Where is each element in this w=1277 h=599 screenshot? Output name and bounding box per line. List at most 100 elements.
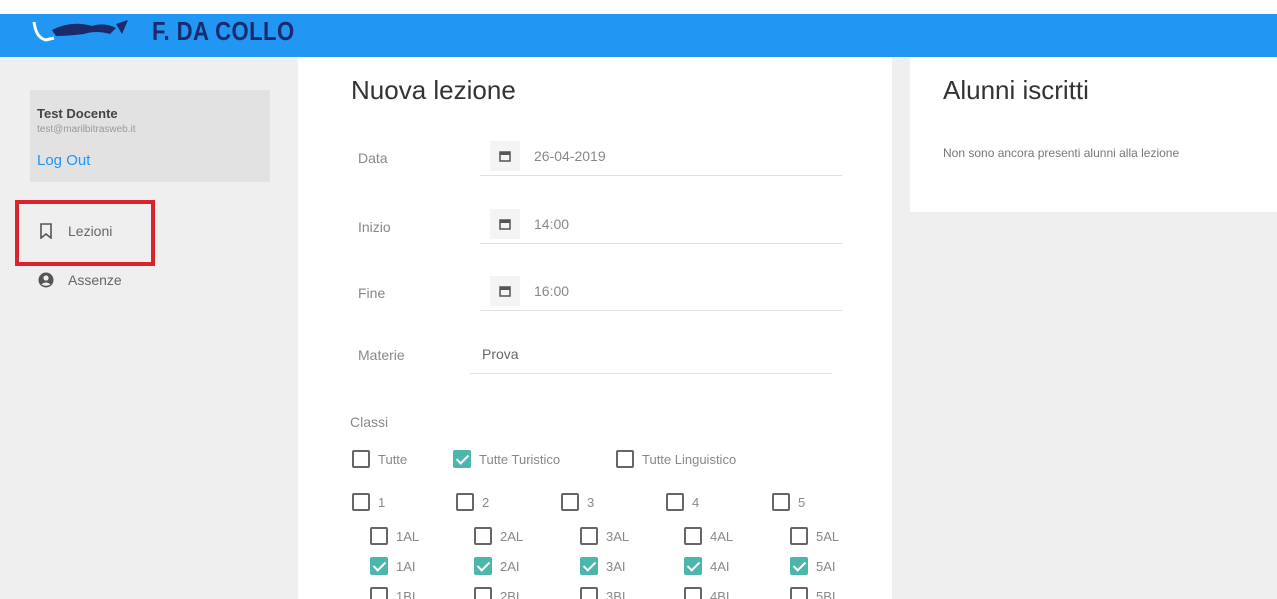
checkbox-class-1ai[interactable]: 1AI: [370, 557, 416, 575]
checkbox[interactable]: [790, 557, 808, 575]
checkbox-label: 5BI: [816, 588, 836, 599]
checkbox-label: 2AI: [500, 558, 520, 574]
checkbox[interactable]: [684, 557, 702, 575]
checkbox-label: 4AI: [710, 558, 730, 574]
checkbox-year-5[interactable]: 5: [772, 493, 805, 511]
checkbox-class-2ai[interactable]: 2AI: [474, 557, 520, 575]
checkbox[interactable]: [474, 527, 492, 545]
brand[interactable]: F. DA COLLO: [32, 14, 320, 48]
fine-field[interactable]: 16:00: [480, 271, 842, 311]
user-email: test@marilbitrasweb.it: [37, 124, 136, 135]
inizio-field[interactable]: 14:00: [480, 204, 842, 244]
account-circle-icon: [38, 272, 54, 288]
checkbox[interactable]: [666, 493, 684, 511]
materie-input[interactable]: [470, 334, 832, 374]
checkbox-label: Tutte: [378, 451, 408, 467]
school-name: F. DA COLLO: [152, 15, 295, 46]
checkbox-label: Tutte Linguistico: [642, 451, 737, 467]
calendar-icon[interactable]: [490, 275, 520, 306]
checkbox-class-5ai[interactable]: 5AI: [790, 557, 836, 575]
fine-label: Fine: [358, 285, 386, 301]
classi-label: Classi: [350, 414, 389, 430]
checkbox[interactable]: [370, 527, 388, 545]
checkbox-class-5bi[interactable]: 5BI: [790, 587, 836, 599]
data-label: Data: [358, 150, 388, 166]
checkbox[interactable]: [474, 557, 492, 575]
highlight-annotation: [15, 200, 155, 266]
checkbox-class-1bi[interactable]: 1BI: [370, 587, 416, 599]
checkbox-year-3[interactable]: 3: [561, 493, 594, 511]
checkbox-year-1[interactable]: 1: [352, 493, 385, 511]
checkbox[interactable]: [370, 557, 388, 575]
checkbox-tutte[interactable]: Tutte: [352, 450, 407, 468]
checkbox[interactable]: [453, 450, 471, 468]
fine-value: 16:00: [534, 282, 570, 299]
checkbox-class-2bi[interactable]: 2BI: [474, 587, 520, 599]
enrolled-students-title: Alunni iscritti: [943, 75, 1089, 105]
checkbox[interactable]: [772, 493, 790, 511]
checkbox-label: 4AL: [710, 528, 734, 544]
calendar-icon[interactable]: [490, 208, 520, 239]
checkbox-year-4[interactable]: 4: [666, 493, 699, 511]
checkbox-label: 1AL: [396, 528, 420, 544]
inizio-label: Inizio: [358, 219, 391, 235]
new-lesson-form: Nuova lezione Data 26-04-2019 Inizio 14:…: [298, 57, 892, 599]
checkbox-tutte-turistico[interactable]: Tutte Turistico: [453, 450, 560, 468]
page-title: Nuova lezione: [351, 75, 516, 105]
checkbox-label: 5: [798, 494, 806, 510]
checkbox-label: 4: [692, 494, 700, 510]
data-field[interactable]: 26-04-2019: [480, 136, 842, 176]
checkbox[interactable]: [352, 493, 370, 511]
materie-label: Materie: [358, 347, 405, 363]
checkbox[interactable]: [561, 493, 579, 511]
sidebar: Test Docente test@marilbitrasweb.it Log …: [0, 57, 298, 599]
checkbox-class-4bi[interactable]: 4BI: [684, 587, 730, 599]
checkbox-class-5al[interactable]: 5AL: [790, 527, 839, 545]
checkbox[interactable]: [684, 527, 702, 545]
top-app-bar: F. DA COLLO: [0, 0, 1277, 57]
user-name: Test Docente: [37, 106, 118, 121]
checkbox-class-2al[interactable]: 2AL: [474, 527, 523, 545]
checkbox-label: 1BI: [396, 588, 416, 599]
checkbox-label: 1AI: [396, 558, 416, 574]
checkbox[interactable]: [616, 450, 634, 468]
logout-link[interactable]: Log Out: [37, 152, 90, 169]
checkbox-label: 1: [378, 494, 386, 510]
user-card: Test Docente test@marilbitrasweb.it Log …: [30, 90, 270, 182]
checkbox-label: 5AI: [816, 558, 836, 574]
checkbox-label: 3: [587, 494, 595, 510]
checkbox-label: 3BI: [606, 588, 626, 599]
checkbox[interactable]: [474, 587, 492, 599]
checkbox[interactable]: [684, 587, 702, 599]
checkbox[interactable]: [790, 587, 808, 599]
checkbox[interactable]: [580, 527, 598, 545]
checkbox-class-3bi[interactable]: 3BI: [580, 587, 626, 599]
checkbox-tutte-linguistico[interactable]: Tutte Linguistico: [616, 450, 736, 468]
checkbox-label: 4BI: [710, 588, 730, 599]
school-logo-icon: [32, 20, 128, 42]
enrolled-students-empty-text: Non sono ancora presenti alunni alla lez…: [943, 146, 1180, 160]
checkbox[interactable]: [580, 557, 598, 575]
checkbox-class-4ai[interactable]: 4AI: [684, 557, 730, 575]
checkbox-label: 2BI: [500, 588, 520, 599]
checkbox-label: 2: [482, 494, 490, 510]
inizio-value: 14:00: [534, 215, 570, 232]
checkbox[interactable]: [370, 587, 388, 599]
sidebar-item-assenze[interactable]: Assenze: [38, 272, 122, 288]
checkbox-label: 3AL: [606, 528, 630, 544]
checkbox[interactable]: [456, 493, 474, 511]
checkbox-class-3al[interactable]: 3AL: [580, 527, 629, 545]
checkbox-class-1al[interactable]: 1AL: [370, 527, 419, 545]
sidebar-item-label: Assenze: [68, 272, 122, 288]
checkbox-label: 5AL: [816, 528, 840, 544]
checkbox[interactable]: [580, 587, 598, 599]
calendar-icon[interactable]: [490, 140, 520, 171]
checkbox-label: 3AI: [606, 558, 626, 574]
checkbox-class-4al[interactable]: 4AL: [684, 527, 733, 545]
checkbox[interactable]: [352, 450, 370, 468]
materie-field-wrapper: [470, 334, 832, 374]
checkbox-label: Tutte Turistico: [479, 451, 561, 467]
checkbox-year-2[interactable]: 2: [456, 493, 489, 511]
checkbox[interactable]: [790, 527, 808, 545]
checkbox-class-3ai[interactable]: 3AI: [580, 557, 626, 575]
